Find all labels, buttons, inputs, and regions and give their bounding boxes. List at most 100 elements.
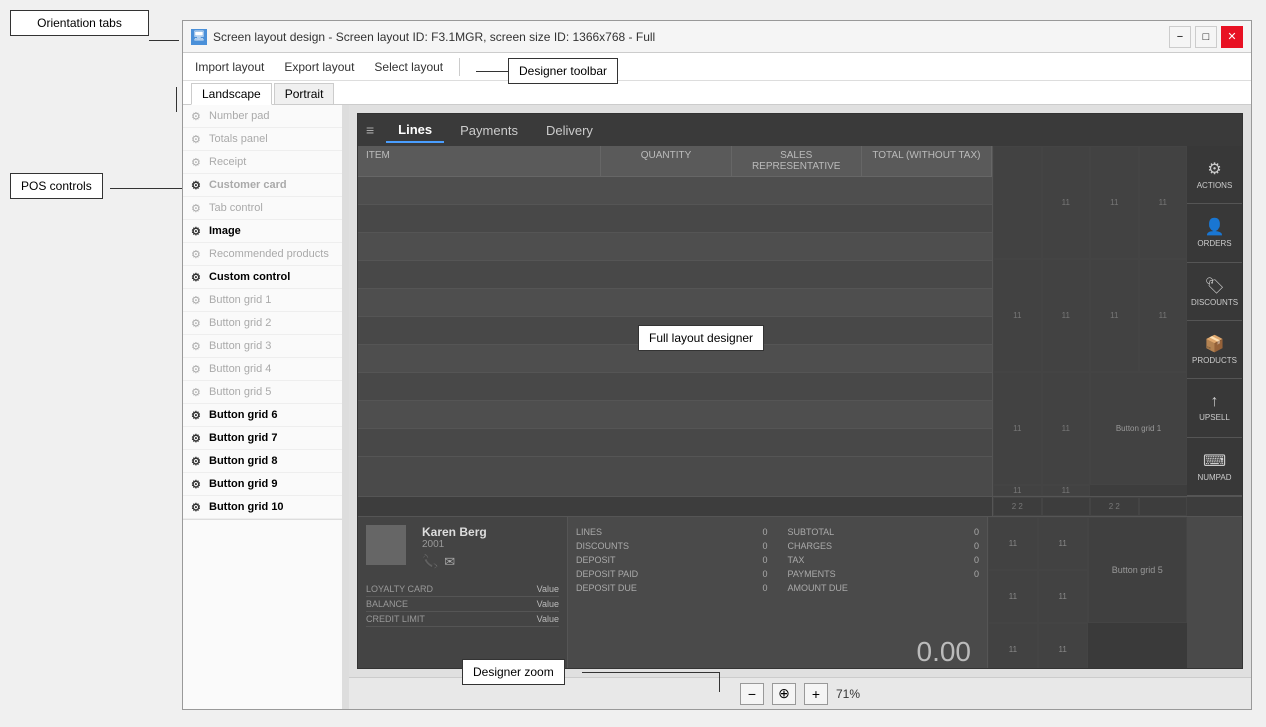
tax-label: TAX xyxy=(788,555,805,565)
bottom-action-spacer xyxy=(1187,517,1242,669)
pos-tabs-bar: ≡ Lines Payments Delivery xyxy=(358,114,1242,146)
phone-icon: 📞 xyxy=(422,554,438,570)
annot-line-pos xyxy=(110,188,182,189)
orders-icon: 👤 xyxy=(1205,217,1225,237)
control-item-tab-control[interactable]: ⚙Tab control xyxy=(183,197,342,220)
zoom-reset-button[interactable]: ⊕ xyxy=(772,683,796,705)
control-item-button-grid-7[interactable]: ⚙Button grid 7 xyxy=(183,427,342,450)
control-label: Button grid 3 xyxy=(209,340,271,352)
pos-tab-delivery[interactable]: Delivery xyxy=(534,119,605,142)
control-label: Button grid 8 xyxy=(209,455,277,467)
actions-label: ACTIONS xyxy=(1197,181,1233,190)
payments-value: 0 xyxy=(974,569,979,579)
amount-due-label: AMOUNT DUE xyxy=(788,583,848,593)
tab-landscape[interactable]: Landscape xyxy=(191,83,272,105)
discounts-icon: 🏷 xyxy=(1204,276,1224,296)
maximize-button[interactable]: □ xyxy=(1195,26,1217,48)
button-grid-cell: Button grid 1 xyxy=(1090,372,1187,485)
pos-tab-payments[interactable]: Payments xyxy=(448,119,530,142)
charges-value: 0 xyxy=(974,541,979,551)
control-item-button-grid-4[interactable]: ⚙Button grid 4 xyxy=(183,358,342,381)
pos-preview: ≡ Lines Payments Delivery ITEM QUANTITY … xyxy=(357,113,1243,669)
pos-tab-lines[interactable]: Lines xyxy=(386,118,444,143)
lines-section: ITEM QUANTITY SALES REPRESENTATIVE TOTAL… xyxy=(358,146,1242,496)
email-icon: ✉ xyxy=(444,554,455,570)
upsell-button[interactable]: ↑ UPSELL xyxy=(1187,379,1242,437)
window-title: Screen layout design - Screen layout ID:… xyxy=(213,30,1169,44)
table-row xyxy=(358,429,992,457)
control-item-button-grid-5[interactable]: ⚙Button grid 5 xyxy=(183,381,342,404)
customer-details: Karen Berg 2001 📞 ✉ xyxy=(422,525,487,570)
customer-icons: 📞 ✉ xyxy=(422,554,487,570)
lines-main: ITEM QUANTITY SALES REPRESENTATIVE TOTAL… xyxy=(358,146,992,496)
loyalty-card-field: LOYALTY CARD Value xyxy=(366,582,559,597)
control-item-custom-control[interactable]: ⚙Custom control xyxy=(183,266,342,289)
gear-icon: ⚙ xyxy=(191,271,203,283)
minimize-button[interactable]: − xyxy=(1169,26,1191,48)
control-label: Button grid 10 xyxy=(209,501,284,513)
discounts-label: DISCOUNTS xyxy=(576,541,629,551)
export-layout-button[interactable]: Export layout xyxy=(280,58,358,76)
gear-icon: ⚙ xyxy=(191,294,203,306)
zoom-in-button[interactable]: + xyxy=(804,683,828,705)
right-grid: 11 11 11 11 11 11 11 11 11 Button grid 1… xyxy=(992,146,1187,496)
control-item-button-grid-9[interactable]: ⚙Button grid 9 xyxy=(183,473,342,496)
orientation-tabs: Landscape Portrait xyxy=(183,81,1251,105)
control-item-button-grid-2[interactable]: ⚙Button grid 2 xyxy=(183,312,342,335)
control-label: Receipt xyxy=(209,156,246,168)
numpad-button[interactable]: ⌨ NUMPAD xyxy=(1187,438,1242,496)
control-item-button-grid-8[interactable]: ⚙ Button grid 8 xyxy=(183,450,342,473)
order-summary: LINES 0 SUBTOTAL 0 DISCOUNTS 0 xyxy=(568,517,987,669)
control-item-button-grid-6[interactable]: ⚙Button grid 6 xyxy=(183,404,342,427)
orientation-tabs-annotation: Orientation tabs xyxy=(10,10,149,36)
tab-portrait[interactable]: Portrait xyxy=(274,83,335,104)
charges-row: CHARGES 0 xyxy=(788,539,980,553)
annot-arrow-orient xyxy=(176,87,177,112)
control-item-image[interactable]: ⚙Image xyxy=(183,220,342,243)
numpad-icon: ⌨ xyxy=(1203,451,1226,471)
designer-toolbar-annotation: Designer toolbar xyxy=(508,58,618,84)
zoom-out-button[interactable]: − xyxy=(740,683,764,705)
credit-limit-field: CREDIT LIMIT Value xyxy=(366,612,559,627)
payments-row: PAYMENTS 0 xyxy=(788,567,980,581)
annot-line-zoom xyxy=(582,672,720,673)
table-row xyxy=(358,289,992,317)
customer-panel: Karen Berg 2001 📞 ✉ LOYALTY CARD xyxy=(358,517,568,669)
gear-icon: ⚙ xyxy=(191,363,203,375)
customer-name: Karen Berg xyxy=(422,525,487,539)
upsell-label: UPSELL xyxy=(1199,413,1230,422)
discounts-button[interactable]: 🏷 DISCOUNTS xyxy=(1187,263,1242,321)
tax-value: 0 xyxy=(974,555,979,565)
actions-button[interactable]: ⚙ ACTIONS xyxy=(1187,146,1242,204)
products-button[interactable]: 📦 PRODUCTS xyxy=(1187,321,1242,379)
control-item-recommended[interactable]: ⚙Recommended products xyxy=(183,243,342,266)
mid-cell xyxy=(1042,497,1091,516)
main-content: ⚙Number pad⚙Totals panel ⚙ Receipt ⚙Custome… xyxy=(183,105,1251,709)
control-item-number-pad[interactable]: ⚙Number pad xyxy=(183,105,342,128)
control-item-button-grid-3[interactable]: ⚙Button grid 3 xyxy=(183,335,342,358)
control-item-receipt[interactable]: ⚙ Receipt xyxy=(183,151,342,174)
total-amount: 0.00 xyxy=(576,636,979,668)
pos-bottom: Karen Berg 2001 📞 ✉ LOYALTY CARD xyxy=(358,516,1242,669)
gear-icon: ⚙ xyxy=(191,409,203,421)
control-item-customer-card[interactable]: ⚙Customer card xyxy=(183,174,342,197)
credit-value: Value xyxy=(537,614,559,624)
customer-id: 2001 xyxy=(422,539,487,550)
table-row xyxy=(358,401,992,429)
gear-icon: ⚙ xyxy=(191,455,203,467)
control-item-button-grid-1[interactable]: ⚙Button grid 1 xyxy=(183,289,342,312)
close-button[interactable]: ✕ xyxy=(1221,26,1243,48)
gear-icon: ⚙ xyxy=(191,225,203,237)
discounts-label: DISCOUNTS xyxy=(1191,298,1238,307)
mid-cell xyxy=(1139,497,1188,516)
control-item-button-grid-10[interactable]: ⚙Button grid 10 xyxy=(183,496,342,519)
control-item-totals-panel[interactable]: ⚙Totals panel xyxy=(183,128,342,151)
charges-label: CHARGES xyxy=(788,541,833,551)
import-layout-button[interactable]: Import layout xyxy=(191,58,268,76)
controls-list: ⚙Number pad⚙Totals panel ⚙ Receipt ⚙Custome… xyxy=(183,105,342,519)
subtotal-row: SUBTOTAL 0 xyxy=(788,525,980,539)
select-layout-button[interactable]: Select layout xyxy=(370,58,447,76)
gear-icon: ⚙ xyxy=(191,156,203,168)
orders-button[interactable]: 👤 ORDERS xyxy=(1187,204,1242,262)
gear-icon: ⚙ xyxy=(191,179,203,191)
